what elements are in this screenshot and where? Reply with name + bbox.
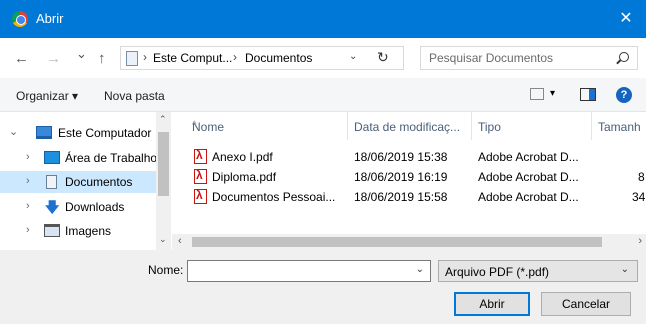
organize-menu-button[interactable]: Organizar ▾ [16, 89, 78, 103]
column-header-label: Data de modificaç... [354, 120, 461, 134]
dialog-footer: Nome: ⌄ Arquivo PDF (*.pdf) ⌄ Abrir Canc… [0, 250, 646, 324]
file-date: 18/06/2019 15:38 [354, 150, 448, 164]
address-bar[interactable]: › Este Comput... › Documentos ⌄ ↻ [120, 46, 404, 70]
file-date: 18/06/2019 16:19 [354, 170, 448, 184]
file-row[interactable]: Anexo I.pdf 18/06/2019 15:38 Adobe Acrob… [172, 148, 646, 166]
expander-chevron-icon[interactable]: › [26, 224, 30, 236]
downloads-folder-icon: 🡇 [45, 199, 60, 215]
scroll-down-arrow-icon[interactable]: ⌄ [159, 234, 167, 245]
expander-chevron-icon[interactable]: ⌄ [9, 125, 18, 138]
file-type: Adobe Acrobat D... [478, 170, 579, 184]
desktop-folder-icon [44, 151, 60, 164]
sidebar-item-este-computador[interactable]: ⌄ Este Computador [0, 122, 156, 144]
up-folder-button[interactable]: ↑ [98, 50, 106, 67]
column-header-date[interactable]: Data de modificaç... [348, 112, 472, 140]
breadcrumb-separator: › [143, 50, 147, 64]
new-folder-button[interactable]: Nova pasta [104, 89, 165, 103]
sidebar-item-downloads[interactable]: › 🡇 Downloads [0, 196, 156, 218]
view-dropdown-chevron-icon[interactable]: ▾ [550, 88, 555, 99]
documents-folder-icon [126, 51, 138, 66]
file-name-label: Nome: [148, 263, 184, 277]
scrollbar-thumb[interactable] [158, 132, 169, 196]
breadcrumb-separator: › [233, 50, 237, 64]
command-toolbar: Organizar ▾ Nova pasta ▾ ? [0, 78, 646, 112]
sort-ascending-icon: ^ [192, 120, 197, 131]
file-name-combobox[interactable]: ⌄ [187, 260, 431, 282]
file-date: 18/06/2019 15:58 [354, 190, 448, 204]
title-bar: Abrir ✕ [0, 0, 646, 38]
sidebar-item-label: Downloads [65, 200, 125, 214]
sidebar-item-label: Documentos [65, 175, 133, 189]
file-name-dropdown-chevron-icon[interactable]: ⌄ [416, 264, 424, 275]
scroll-left-arrow-icon[interactable]: ‹ [178, 235, 182, 247]
pdf-file-icon [194, 148, 207, 164]
file-name: Diploma.pdf [212, 170, 277, 184]
column-header-name[interactable]: Nome ^ [186, 112, 348, 140]
help-icon[interactable]: ? [616, 87, 632, 103]
navigation-pane-scrollbar[interactable]: ⌃ ⌄ [156, 112, 171, 250]
back-button[interactable]: ← [14, 50, 29, 67]
open-button[interactable]: Abrir [454, 292, 530, 316]
computer-icon [36, 126, 52, 139]
expander-chevron-icon[interactable]: › [26, 175, 30, 187]
file-type-filter-value: Arquivo PDF (*.pdf) [445, 265, 550, 279]
file-type: Adobe Acrobat D... [478, 150, 579, 164]
breadcrumb-documentos[interactable]: Documentos [245, 51, 312, 65]
scroll-right-arrow-icon[interactable]: › [638, 235, 642, 247]
breadcrumb-este-computador[interactable]: Este Comput... [153, 51, 232, 65]
column-header-label: Tamanh [598, 120, 641, 134]
forward-button[interactable]: → [46, 50, 61, 67]
expander-chevron-icon[interactable]: › [26, 200, 30, 212]
pdf-file-icon [194, 188, 207, 204]
file-name: Documentos Pessoai... [212, 190, 336, 204]
search-input[interactable] [429, 50, 609, 66]
scrollbar-thumb[interactable] [192, 237, 602, 247]
scroll-up-arrow-icon[interactable]: ⌃ [159, 114, 167, 125]
search-icon[interactable] [619, 52, 629, 62]
cancel-button[interactable]: Cancelar [541, 292, 631, 316]
file-size: 34 [632, 190, 646, 204]
column-header-type[interactable]: Tipo [472, 112, 592, 140]
file-name: Anexo I.pdf [212, 150, 273, 164]
navigation-bar: ← → ⌄ ↑ › Este Comput... › Documentos ⌄ … [0, 38, 646, 78]
chrome-app-icon [12, 11, 28, 27]
file-size: 8 [638, 170, 645, 184]
filter-dropdown-chevron-icon[interactable]: ⌄ [621, 264, 629, 275]
sidebar-item-label: Este Computador [58, 126, 152, 140]
file-type: Adobe Acrobat D... [478, 190, 579, 204]
file-name-input[interactable] [192, 263, 402, 279]
window-title: Abrir [36, 11, 64, 26]
sidebar-item-documentos[interactable]: › Documentos [0, 171, 156, 193]
pdf-file-icon [194, 168, 207, 184]
file-type-filter-select[interactable]: Arquivo PDF (*.pdf) ⌄ [438, 260, 638, 282]
recent-locations-chevron-icon[interactable]: ⌄ [76, 46, 87, 62]
navigation-pane: ⌄ Este Computador › Área de Trabalho › D… [0, 112, 170, 250]
search-box[interactable] [420, 46, 638, 70]
sidebar-item-label: Área de Trabalho [65, 151, 156, 165]
expander-chevron-icon[interactable]: › [26, 151, 30, 163]
images-folder-icon [44, 224, 60, 237]
file-row[interactable]: Diploma.pdf 18/06/2019 16:19 Adobe Acrob… [172, 168, 646, 186]
file-row[interactable]: Documentos Pessoai... 18/06/2019 15:58 A… [172, 188, 646, 206]
refresh-icon[interactable]: ↻ [377, 49, 389, 66]
documents-folder-icon [46, 175, 57, 189]
sidebar-item-imagens[interactable]: › Imagens [0, 220, 156, 242]
sidebar-item-label: Imagens [65, 224, 112, 238]
column-header-size[interactable]: Tamanh [592, 112, 646, 140]
close-button[interactable]: ✕ [606, 0, 646, 38]
file-list: Nome ^ Data de modificaç... Tipo Tamanh … [172, 112, 646, 234]
column-header-label: Tipo [478, 120, 501, 134]
address-dropdown-chevron-icon[interactable]: ⌄ [349, 51, 357, 62]
preview-pane-icon[interactable] [580, 88, 596, 101]
view-options-icon[interactable] [530, 88, 544, 100]
sidebar-item-area-de-trabalho[interactable]: › Área de Trabalho [0, 147, 156, 169]
file-list-horizontal-scrollbar[interactable]: ‹ › [172, 234, 646, 250]
